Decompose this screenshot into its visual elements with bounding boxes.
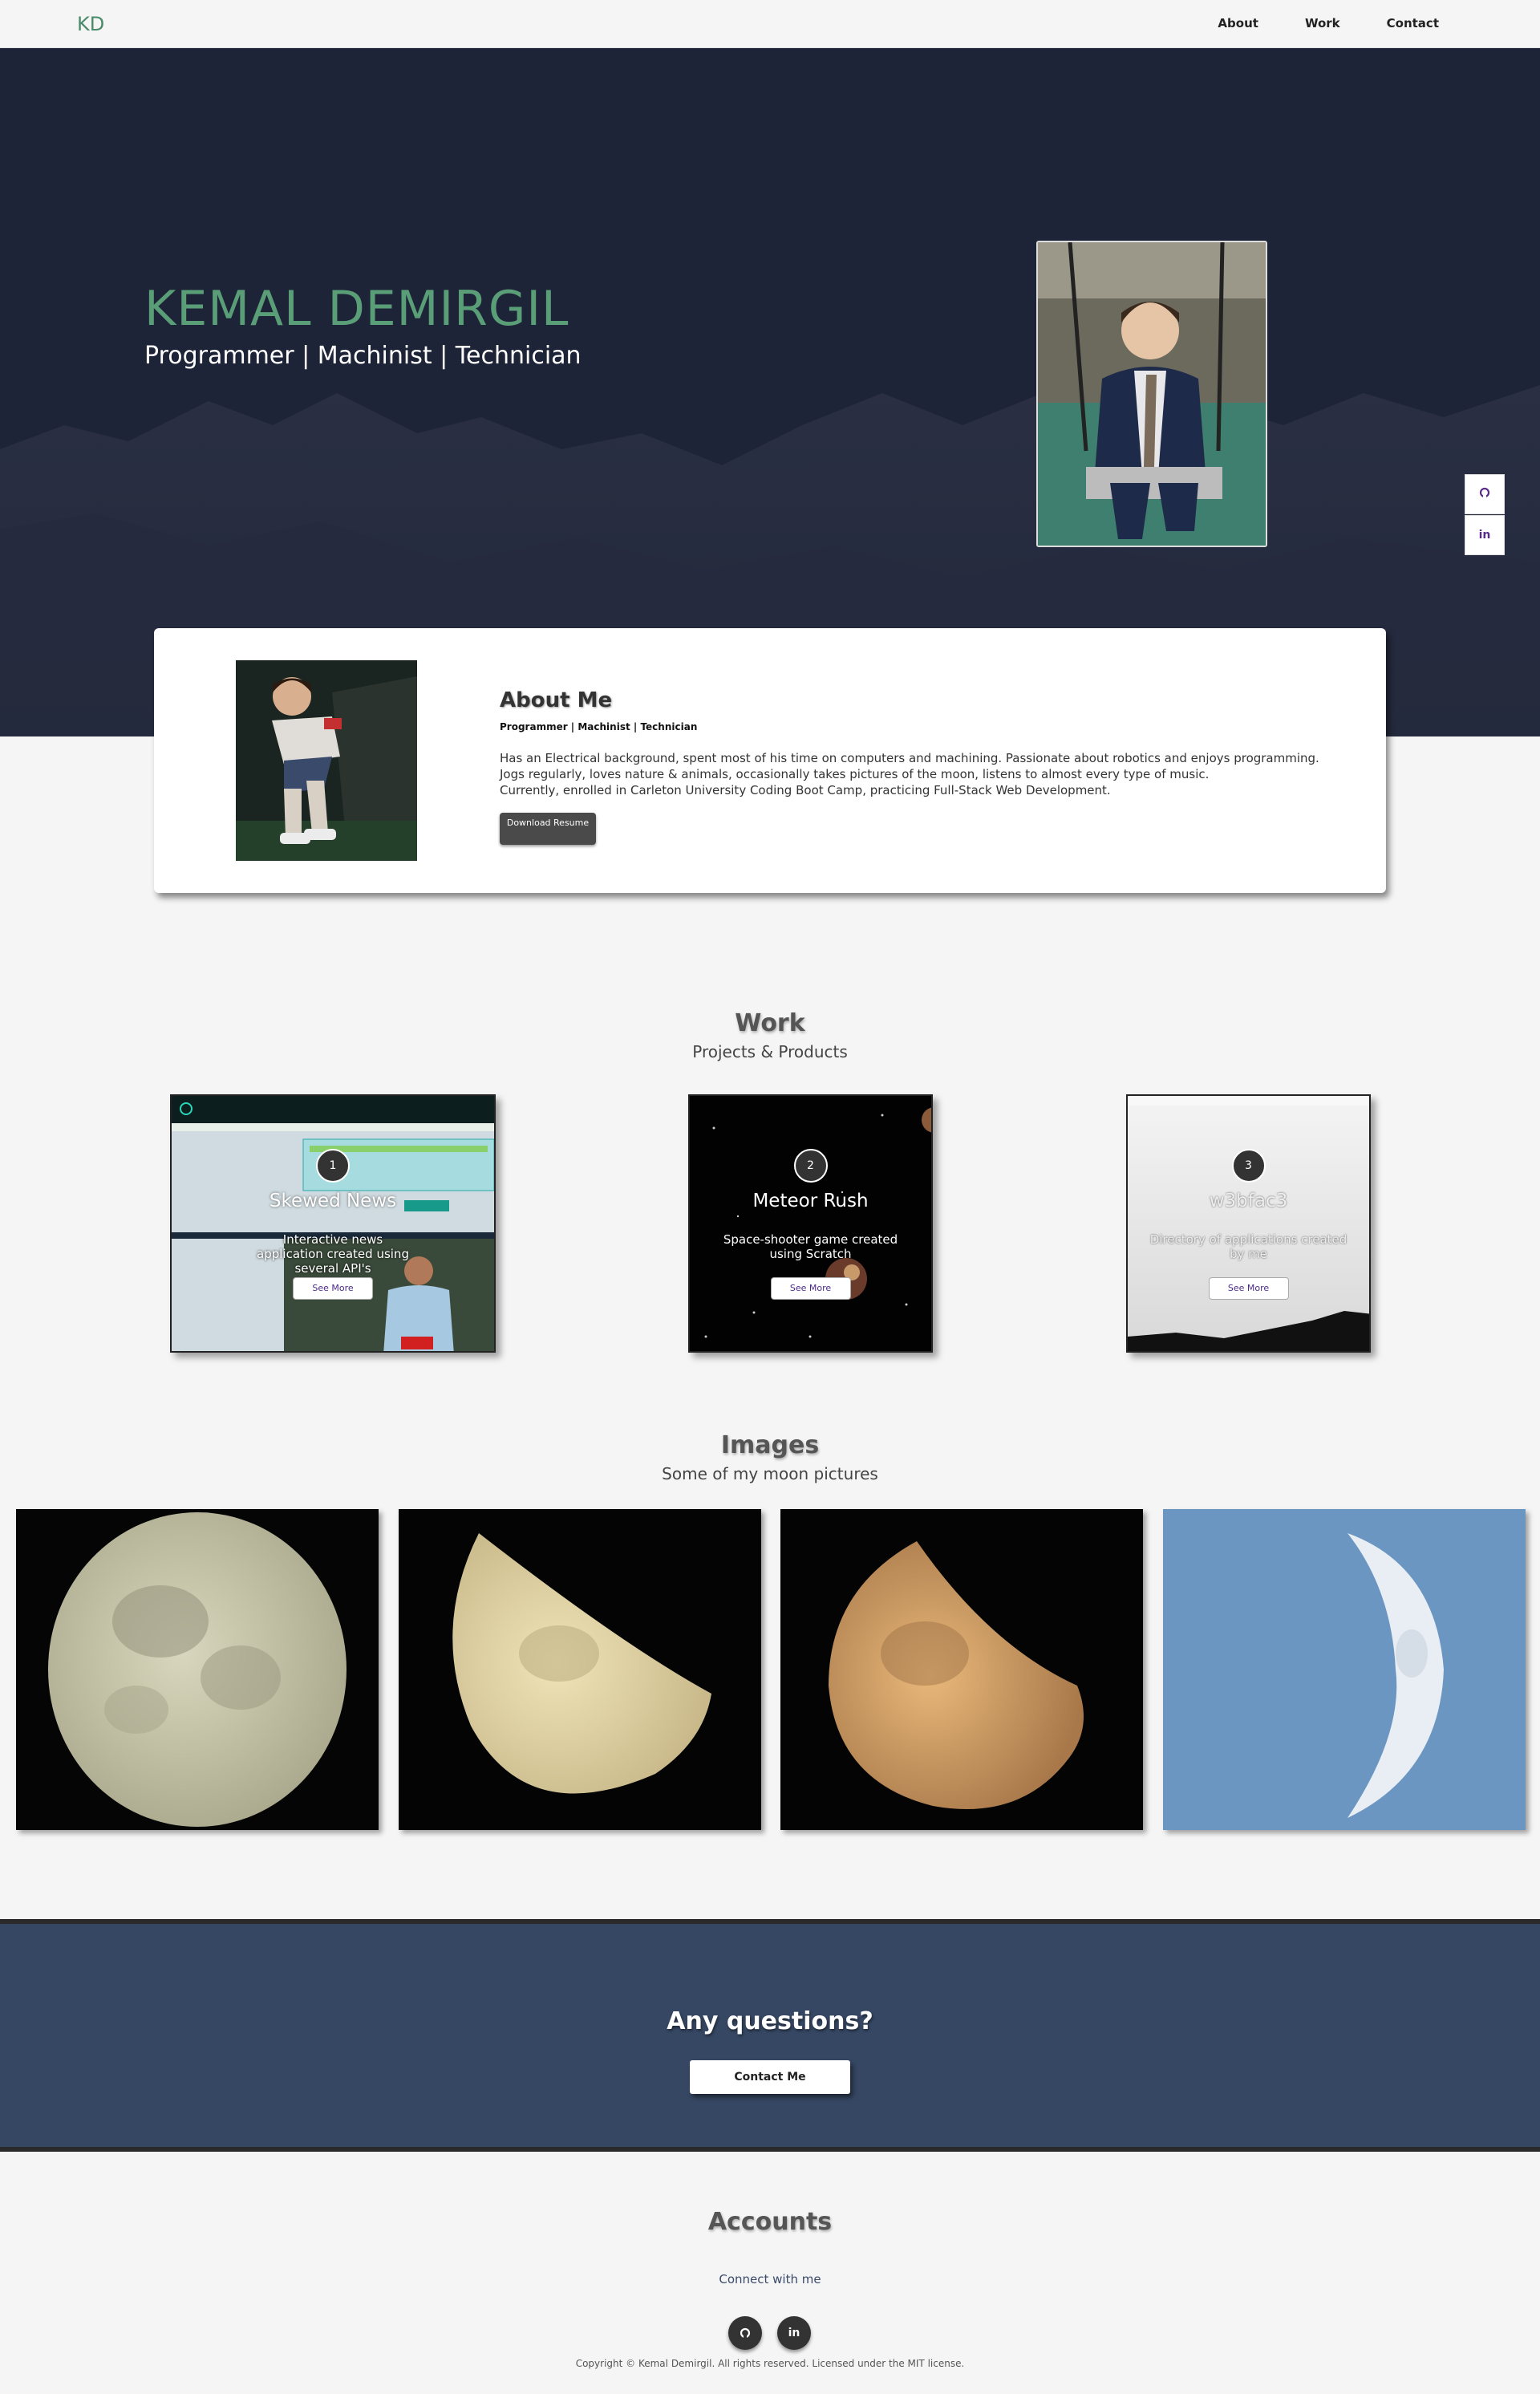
questions-section: Any questions? Contact Me [0, 1919, 1540, 2152]
project-name: w3bfac3 [1209, 1191, 1288, 1211]
project-card-skewed-news[interactable]: 1 Skewed News Interactive news applicati… [170, 1094, 496, 1353]
project-card-meteor-rush[interactable]: 2 Meteor Rush Space-shooter game created… [688, 1094, 933, 1353]
moon-photo-daytime[interactable] [1163, 1509, 1526, 1830]
project-description: Interactive news application created usi… [257, 1232, 409, 1276]
top-nav: KD About Work Contact [0, 0, 1540, 48]
about-card: About Me Programmer | Machinist | Techni… [154, 628, 1386, 893]
download-resume-button[interactable]: Download Resume [500, 813, 596, 845]
moon-photo-gibbous[interactable] [399, 1509, 761, 1830]
project-name: Skewed News [269, 1191, 397, 1211]
footer-linkedin-button[interactable]: in [777, 2316, 811, 2350]
see-more-button[interactable]: See More [1208, 1277, 1289, 1300]
accounts-title: Accounts [707, 2208, 833, 2236]
linkedin-icon: in [788, 2327, 800, 2339]
footer-github-button[interactable] [728, 2316, 762, 2350]
about-desc-line: Has an Electrical background, spent most… [500, 751, 1319, 765]
project-number-badge: 1 [316, 1149, 350, 1183]
hero-name: KEMAL DEMIRGIL [144, 281, 569, 337]
project-screenshot [1128, 1096, 1369, 1351]
linkedin-icon: in [1478, 529, 1491, 542]
project-description: Directory of applications created by me [1149, 1232, 1348, 1261]
images-subtitle: Some of my moon pictures [662, 1464, 878, 1483]
project-number-badge: 3 [1231, 1149, 1266, 1183]
nav-link-contact[interactable]: Contact [1387, 16, 1439, 30]
moon-photo-golden[interactable] [780, 1509, 1143, 1830]
project-card-w3bfac3[interactable]: 3 w3bfac3 Directory of applications crea… [1126, 1094, 1371, 1353]
github-icon [1479, 487, 1490, 501]
nav-link-work[interactable]: Work [1305, 16, 1340, 30]
accounts-subtitle: Connect with me [719, 2272, 821, 2286]
work-subtitle: Projects & Products [692, 1042, 848, 1061]
images-title: Images [720, 1431, 820, 1459]
about-photo [236, 660, 417, 861]
contact-me-button[interactable]: Contact Me [690, 2060, 850, 2094]
hero-tagline: Programmer | Machinist | Technician [144, 342, 582, 370]
side-github-button[interactable] [1465, 474, 1505, 514]
about-desc-line: Currently, enrolled in Carleton Universi… [500, 783, 1111, 797]
github-icon [740, 2327, 751, 2339]
see-more-button[interactable]: See More [770, 1277, 851, 1300]
nav-links: About Work Contact [1218, 16, 1439, 30]
images-heading: Images Some of my moon pictures [0, 1431, 1540, 1483]
moon-photo-full[interactable] [16, 1509, 379, 1830]
side-linkedin-button[interactable]: in [1465, 515, 1505, 555]
project-number-badge: 2 [793, 1149, 828, 1183]
project-screenshot [172, 1096, 494, 1351]
project-screenshot [690, 1096, 931, 1351]
hero-portrait-photo [1036, 241, 1267, 547]
project-description: Space-shooter game created using Scratch [723, 1232, 898, 1261]
about-desc-line: Jogs regularly, loves nature & animals, … [500, 767, 1210, 781]
copyright-text: Copyright © Kemal Demirgil. All rights r… [575, 2358, 965, 2369]
see-more-button[interactable]: See More [293, 1277, 373, 1300]
project-name: Meteor Rush [752, 1191, 869, 1211]
about-subtitle: Programmer | Machinist | Technician [500, 721, 698, 732]
work-title: Work [735, 1009, 805, 1037]
about-title: About Me [500, 688, 613, 712]
questions-title: Any questions? [667, 2007, 873, 2035]
about-description: Has an Electrical background, spent most… [500, 750, 1358, 798]
site-logo[interactable]: KD [77, 13, 104, 35]
nav-link-about[interactable]: About [1218, 16, 1258, 30]
work-heading: Work Projects & Products [0, 1009, 1540, 1061]
